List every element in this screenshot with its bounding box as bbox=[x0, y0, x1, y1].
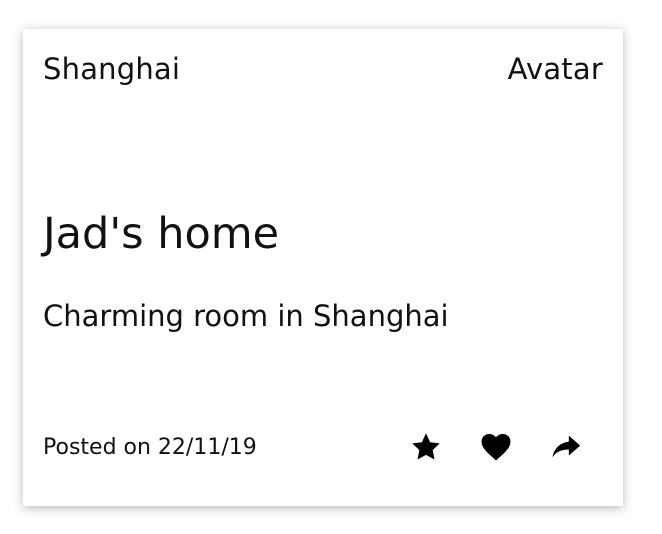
share-icon bbox=[549, 430, 583, 464]
card-actions bbox=[406, 427, 606, 467]
like-button[interactable] bbox=[476, 427, 516, 467]
heart-icon bbox=[479, 430, 513, 464]
listing-card: Shanghai Avatar Jad's home Charming room… bbox=[23, 29, 623, 506]
star-icon bbox=[410, 431, 442, 463]
share-button[interactable] bbox=[546, 427, 586, 467]
avatar[interactable]: Avatar bbox=[508, 52, 603, 86]
favorite-button[interactable] bbox=[406, 427, 446, 467]
listing-title: Jad's home bbox=[43, 209, 280, 259]
posted-date: Posted on 22/11/19 bbox=[43, 435, 257, 460]
location-label: Shanghai bbox=[43, 52, 181, 86]
listing-subtitle: Charming room in Shanghai bbox=[43, 299, 449, 333]
